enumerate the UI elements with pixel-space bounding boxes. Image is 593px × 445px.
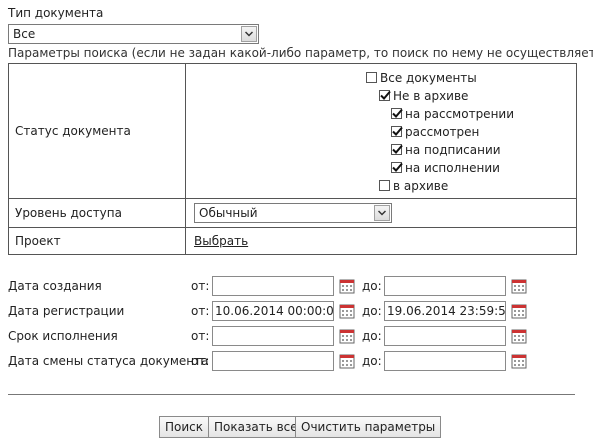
status-option-label: Не в архиве [393, 89, 469, 103]
from-label: от: [191, 304, 210, 318]
params-table: Статус документа Все документы Не в архи… [8, 63, 577, 255]
status-option-executing[interactable]: на исполнении [186, 159, 576, 177]
to-label: до: [362, 279, 382, 293]
calendar-icon[interactable] [339, 328, 355, 344]
status-option-all[interactable]: Все документы [186, 69, 576, 87]
date-label: Дата создания [8, 279, 102, 293]
calendar-icon[interactable] [339, 303, 355, 319]
status-option-under-review[interactable]: на рассмотрении [186, 105, 576, 123]
registered-to-input[interactable]: 19.06.2014 23:59:59 [384, 301, 506, 321]
date-label: Срок исполнения [8, 329, 118, 343]
status-option-label: на рассмотрении [405, 107, 515, 121]
status-option-label: Все документы [380, 71, 477, 85]
created-from-input[interactable] [212, 276, 334, 296]
calendar-icon[interactable] [511, 278, 527, 294]
calendar-icon[interactable] [339, 353, 355, 369]
registered-from-input[interactable]: 10.06.2014 00:00:00 [212, 301, 334, 321]
clear-params-button[interactable]: Очистить параметры [295, 416, 442, 438]
select-project-link[interactable]: Выбрать [194, 234, 248, 248]
from-label: от: [191, 279, 210, 293]
deadline-from-input[interactable] [212, 326, 334, 346]
to-label: до: [362, 304, 382, 318]
checkbox-under-review[interactable] [391, 108, 403, 119]
status-option-signing[interactable]: на подписании [186, 141, 576, 159]
chevron-down-icon[interactable] [374, 205, 390, 221]
status-option-reviewed[interactable]: рассмотрен [186, 123, 576, 141]
project-row: Проект Выбрать [8, 227, 577, 255]
status-option-label: на подписании [405, 143, 501, 157]
calendar-icon[interactable] [511, 328, 527, 344]
to-label: до: [362, 329, 382, 343]
status-option-not-archived[interactable]: Не в архиве [186, 87, 576, 105]
search-form: Тип документа Все Параметры поиска (если… [0, 0, 593, 445]
status-change-to-input[interactable] [384, 351, 506, 371]
doc-type-label: Тип документа [8, 6, 104, 20]
date-row-status-change: Дата смены статуса документа от: до: [8, 351, 588, 373]
status-option-archived[interactable]: в архиве [186, 177, 576, 195]
divider [8, 394, 575, 395]
search-params-note: Параметры поиска (если не задан какой-ли… [8, 46, 593, 60]
status-label: Статус документа [8, 63, 186, 199]
checkbox-all[interactable] [366, 72, 377, 83]
date-row-created: Дата создания от: до: [8, 276, 588, 298]
checkbox-not-archived[interactable] [379, 90, 391, 101]
status-option-label: рассмотрен [405, 125, 480, 139]
checkbox-archived[interactable] [379, 180, 390, 191]
access-label: Уровень доступа [8, 198, 186, 228]
date-row-deadline: Срок исполнения от: до: [8, 326, 588, 348]
access-row: Уровень доступа Обычный [8, 198, 577, 228]
access-level-value: Обычный [199, 206, 258, 220]
status-option-label: в архиве [393, 179, 449, 193]
doc-type-value: Все [13, 27, 36, 41]
date-label: Дата регистрации [8, 304, 125, 318]
created-to-input[interactable] [384, 276, 506, 296]
checkbox-executing[interactable] [391, 162, 403, 173]
checkbox-reviewed[interactable] [391, 126, 403, 137]
from-label: от: [191, 329, 210, 343]
show-all-button[interactable]: Показать все [208, 416, 304, 438]
search-button[interactable]: Поиск [159, 416, 210, 438]
status-row: Статус документа Все документы Не в архи… [8, 63, 577, 199]
checkbox-signing[interactable] [391, 144, 403, 155]
calendar-icon[interactable] [339, 278, 355, 294]
chevron-down-icon[interactable] [241, 26, 257, 42]
status-options: Все документы Не в архиве на рассмотрени… [185, 63, 577, 199]
doc-type-select[interactable]: Все [8, 24, 259, 44]
date-row-registered: Дата регистрации от: 10.06.2014 00:00:00… [8, 301, 588, 323]
project-label: Проект [8, 227, 186, 255]
deadline-to-input[interactable] [384, 326, 506, 346]
access-level-select[interactable]: Обычный [194, 203, 392, 223]
to-label: до: [362, 354, 382, 368]
date-label: Дата смены статуса документа [8, 354, 209, 368]
from-label: от: [191, 354, 210, 368]
calendar-icon[interactable] [511, 303, 527, 319]
status-option-label: на исполнении [405, 161, 500, 175]
status-change-from-input[interactable] [212, 351, 334, 371]
calendar-icon[interactable] [511, 353, 527, 369]
